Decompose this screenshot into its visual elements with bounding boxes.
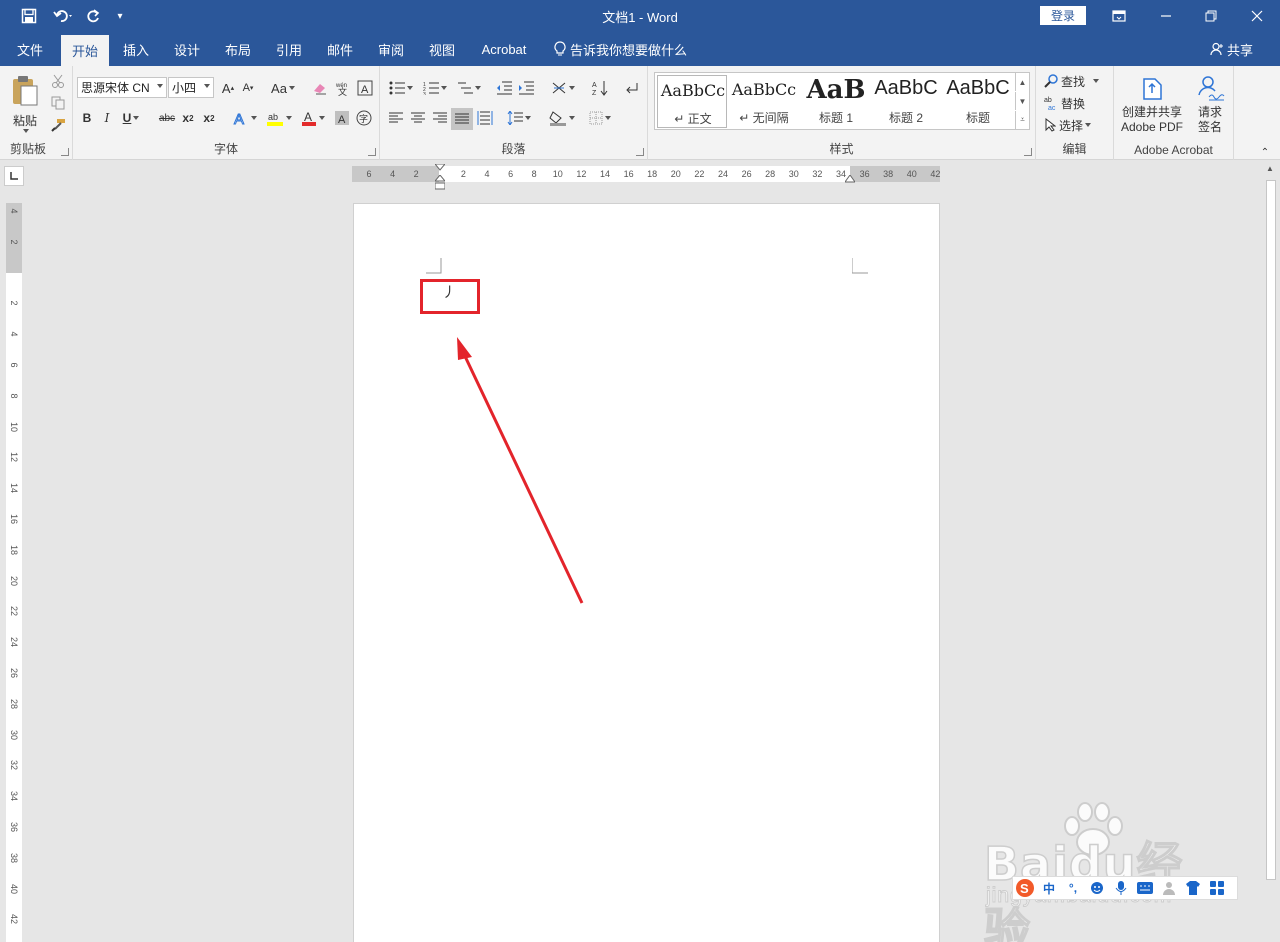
toolbox-icon[interactable] (1205, 877, 1229, 899)
ime-mode-toggle[interactable]: 中 (1037, 877, 1061, 899)
ime-toolbar[interactable]: S 中 °, (1012, 876, 1238, 900)
vertical-scrollbar[interactable]: ▲ (1262, 162, 1280, 942)
skin-icon[interactable] (1181, 877, 1205, 899)
scroll-up-icon[interactable]: ▲ (1266, 164, 1274, 173)
microphone-icon[interactable] (1109, 877, 1133, 899)
scrollbar-thumb[interactable] (1266, 180, 1276, 880)
emoji-icon[interactable] (1085, 877, 1109, 899)
punctuation-icon[interactable]: °, (1061, 877, 1085, 899)
user-icon[interactable] (1157, 877, 1181, 899)
sogou-logo-icon[interactable]: S (1013, 877, 1037, 899)
word-window: ▾ 文档1 - Word 登录 文件 开始 插入 设计 布局 引用 邮件 审阅 … (0, 0, 1280, 942)
keyboard-icon[interactable] (1133, 877, 1157, 899)
svg-text:S: S (1020, 881, 1029, 896)
